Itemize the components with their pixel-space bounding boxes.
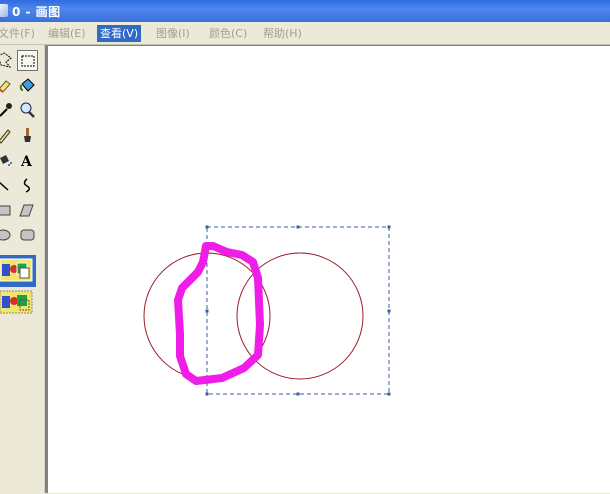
text-tool-icon[interactable]: A (17, 150, 38, 171)
line-icon[interactable] (0, 175, 15, 196)
ellipse-icon[interactable] (0, 225, 15, 246)
pick-color-icon[interactable] (0, 100, 15, 121)
menu-image[interactable]: 图像(I) (153, 25, 193, 42)
menu-file[interactable]: 文件(F) (0, 25, 38, 42)
freehand-pink-stroke (174, 242, 264, 385)
rounded-rectangle-icon[interactable] (17, 225, 38, 246)
transparent-selection-icon[interactable] (0, 287, 36, 319)
airbrush-icon[interactable] (0, 150, 15, 171)
menu-bar: 文件(F) 编辑(E) 查看(V) 图像(I) 颜色(C) 帮助(H) (0, 22, 610, 45)
brush-icon[interactable] (17, 125, 38, 146)
polygon-icon[interactable] (17, 200, 38, 221)
menu-help[interactable]: 帮助(H) (260, 25, 305, 42)
eraser-icon[interactable] (0, 75, 15, 96)
fill-bucket-icon[interactable] (17, 75, 38, 96)
title-bar: 0 - 画图 (0, 0, 610, 22)
toolbox: A (0, 45, 45, 493)
drawing-canvas[interactable] (45, 45, 610, 493)
opaque-selection-icon[interactable] (0, 255, 36, 287)
magnifier-icon[interactable] (17, 100, 38, 121)
svg-text:A: A (20, 154, 33, 170)
pencil-icon[interactable] (0, 125, 15, 146)
rectangle-icon[interactable] (0, 200, 15, 221)
paint-app-icon (0, 4, 8, 17)
menu-colors[interactable]: 颜色(C) (206, 25, 250, 42)
free-form-select-icon[interactable] (0, 50, 15, 71)
curve-icon[interactable] (17, 175, 38, 196)
rectangle-select-icon[interactable] (17, 50, 38, 71)
window-title: 0 - 画图 (12, 5, 61, 19)
menu-view[interactable]: 查看(V) (97, 25, 142, 42)
menu-edit[interactable]: 编辑(E) (45, 25, 89, 42)
